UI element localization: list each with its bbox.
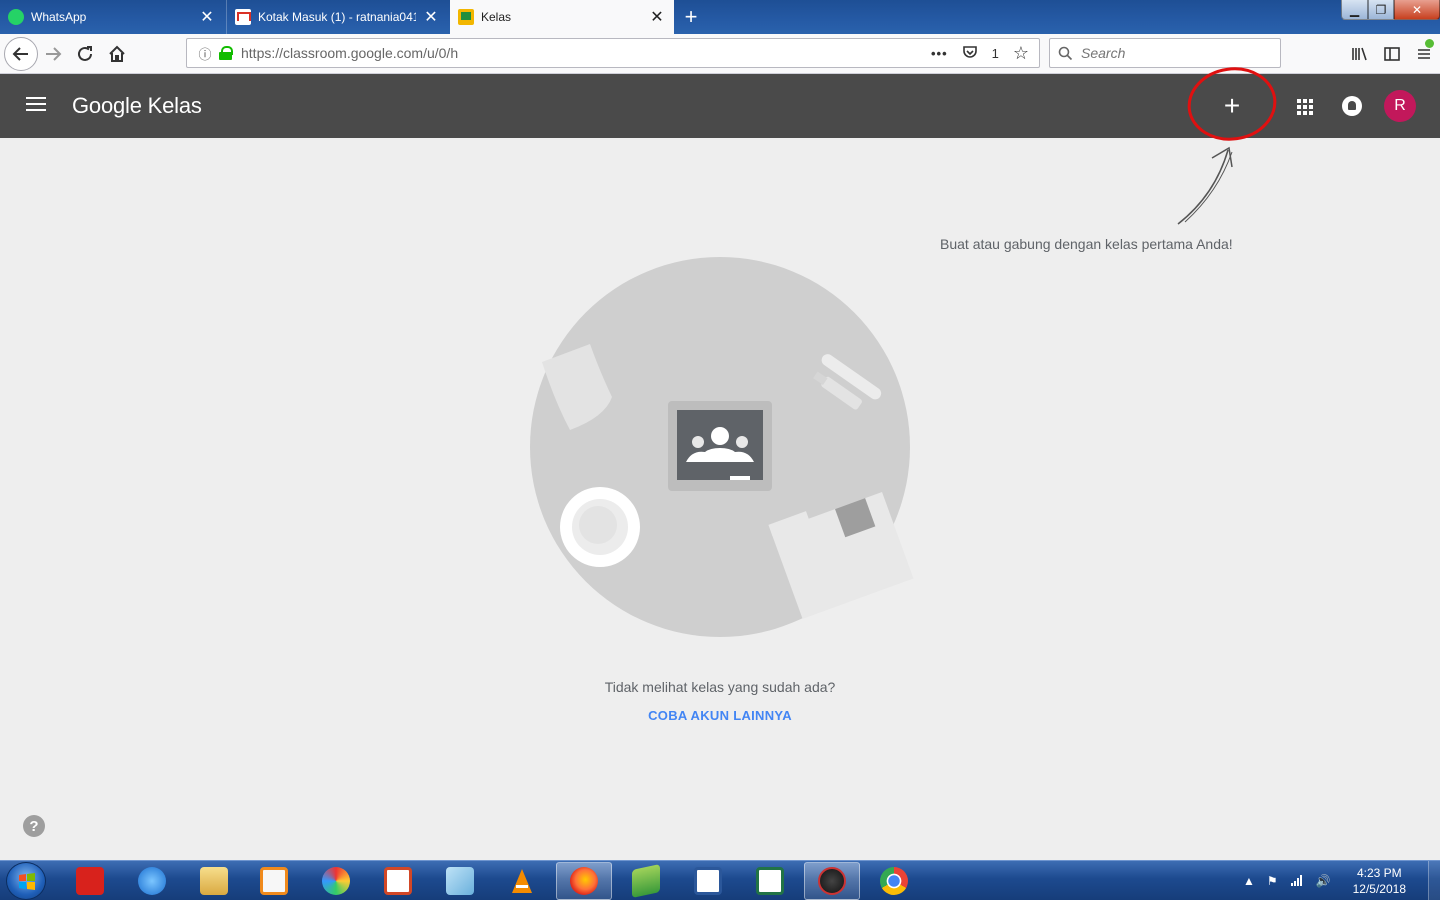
home-button[interactable] xyxy=(102,39,132,69)
tab-label: Kelas xyxy=(481,10,512,24)
taskbar-explorer[interactable] xyxy=(186,862,242,900)
tab-label: WhatsApp xyxy=(31,10,87,24)
start-button[interactable] xyxy=(6,862,46,900)
home-icon xyxy=(109,45,125,62)
volume-icon[interactable]: 🔊 xyxy=(1316,874,1331,889)
show-desktop-button[interactable] xyxy=(1428,861,1440,900)
bookmark-star-icon[interactable]: ☆ xyxy=(1013,43,1029,64)
firefox-icon xyxy=(570,867,598,895)
vlc-icon xyxy=(512,869,532,893)
address-bar[interactable]: ⓘ https://classroom.google.com/u/0/h •••… xyxy=(186,38,1040,68)
gmail-icon xyxy=(235,9,251,25)
whatsapp-icon xyxy=(8,9,24,25)
chrome-icon xyxy=(880,867,908,895)
taskbar-headset-app[interactable] xyxy=(804,862,860,900)
taskbar-notepad[interactable] xyxy=(432,862,488,900)
try-other-account-link[interactable]: COBA AKUN LAINNYA xyxy=(620,708,820,723)
page-actions-icon[interactable]: ••• xyxy=(931,46,948,61)
browser-tab-strip: WhatsApp ✕ Kotak Masuk (1) - ratnania041… xyxy=(0,0,1440,34)
word-icon xyxy=(694,867,722,895)
search-input[interactable] xyxy=(1081,45,1271,61)
tab-kelas[interactable]: Kelas ✕ xyxy=(450,0,674,34)
paint-icon xyxy=(322,867,350,895)
close-tab-icon[interactable]: ✕ xyxy=(198,8,216,26)
create-class-hint: Buat atau gabung dengan kelas pertama An… xyxy=(940,236,1233,252)
no-classes-question: Tidak melihat kelas yang sudah ada? xyxy=(604,679,836,695)
search-bar[interactable] xyxy=(1049,38,1281,68)
main-menu-button[interactable] xyxy=(24,94,48,118)
taskbar-paint[interactable] xyxy=(308,862,364,900)
taskbar-excel[interactable] xyxy=(742,862,798,900)
tab-label: Kotak Masuk (1) - ratnania0412 xyxy=(258,10,416,24)
taskbar-acrobat[interactable] xyxy=(62,862,118,900)
lock-icon xyxy=(219,46,233,60)
search-icon xyxy=(1058,46,1073,60)
clock-date: 12/5/2018 xyxy=(1352,882,1406,896)
empty-classroom-illustration xyxy=(530,257,914,637)
update-available-icon xyxy=(1425,39,1434,48)
tab-whatsapp[interactable]: WhatsApp ✕ xyxy=(0,0,224,34)
close-tab-icon[interactable]: ✕ xyxy=(422,8,440,26)
menu-icon[interactable] xyxy=(1408,39,1440,69)
os-taskbar: ▲ ⚑ 🔊 4:23 PM 12/5/2018 xyxy=(0,860,1440,900)
clock-time: 4:23 PM xyxy=(1356,866,1402,880)
bluestacks-icon xyxy=(632,864,660,898)
taskbar-bluestacks[interactable] xyxy=(618,862,674,900)
taskbar-media-player[interactable] xyxy=(246,862,302,900)
reload-icon xyxy=(78,46,92,61)
action-center-icon[interactable]: ⚑ xyxy=(1267,874,1278,889)
media-player-icon xyxy=(260,867,288,895)
headset-app-icon xyxy=(818,867,846,895)
excel-icon xyxy=(756,867,784,895)
arrow-right-icon xyxy=(46,47,62,61)
forward-button[interactable] xyxy=(38,39,68,69)
app-header: Google Kelas + R xyxy=(0,74,1440,138)
file-explorer-icon xyxy=(200,867,228,895)
close-tab-icon[interactable]: ✕ xyxy=(648,8,666,26)
pocket-icon[interactable] xyxy=(962,44,978,63)
taskbar-powerpoint[interactable] xyxy=(370,862,426,900)
library-icon[interactable] xyxy=(1344,39,1376,69)
window-controls: ▁ ❐ ✕ xyxy=(1341,0,1440,20)
network-icon[interactable] xyxy=(1290,874,1304,889)
arrow-left-icon xyxy=(12,47,28,61)
app-title: Google Kelas xyxy=(72,93,202,118)
site-info-icon[interactable]: ⓘ xyxy=(193,44,217,63)
help-button[interactable]: ? xyxy=(23,815,45,837)
taskbar-ie[interactable] xyxy=(124,862,180,900)
avatar[interactable]: R xyxy=(1384,90,1416,122)
tab-gmail[interactable]: Kotak Masuk (1) - ratnania0412 ✕ xyxy=(226,0,448,34)
create-join-class-button[interactable]: + xyxy=(1212,86,1252,126)
taskbar-chrome[interactable] xyxy=(866,862,922,900)
notepad-icon xyxy=(446,867,474,895)
windows-logo-icon xyxy=(19,873,35,890)
url-text[interactable]: https://classroom.google.com/u/0/h xyxy=(241,45,931,61)
notifications-button[interactable] xyxy=(1336,90,1368,122)
close-window-button[interactable]: ✕ xyxy=(1394,0,1440,20)
reload-button[interactable] xyxy=(70,39,100,69)
taskbar-firefox[interactable] xyxy=(556,862,612,900)
taskbar-word[interactable] xyxy=(680,862,736,900)
pocket-count-badge: 1 xyxy=(991,45,999,61)
sidebar-icon[interactable] xyxy=(1376,39,1408,69)
powerpoint-icon xyxy=(384,867,412,895)
internet-explorer-icon xyxy=(138,867,166,895)
minimize-button[interactable]: ▁ xyxy=(1341,0,1368,20)
clock[interactable]: 4:23 PM 12/5/2018 xyxy=(1353,865,1406,897)
back-button[interactable] xyxy=(4,37,38,71)
classroom-icon xyxy=(458,9,474,25)
show-hidden-icons-icon[interactable]: ▲ xyxy=(1243,874,1255,889)
acrobat-icon xyxy=(76,867,104,895)
new-tab-button[interactable]: + xyxy=(676,0,706,34)
system-tray: ▲ ⚑ 🔊 4:23 PM 12/5/2018 xyxy=(1243,861,1440,900)
bell-icon xyxy=(1342,96,1362,116)
maximize-button[interactable]: ❐ xyxy=(1368,0,1394,20)
google-apps-icon[interactable] xyxy=(1288,90,1320,122)
taskbar-vlc[interactable] xyxy=(494,862,550,900)
browser-toolbar: ⓘ https://classroom.google.com/u/0/h •••… xyxy=(0,34,1440,74)
annotation-arrow xyxy=(1177,149,1229,225)
